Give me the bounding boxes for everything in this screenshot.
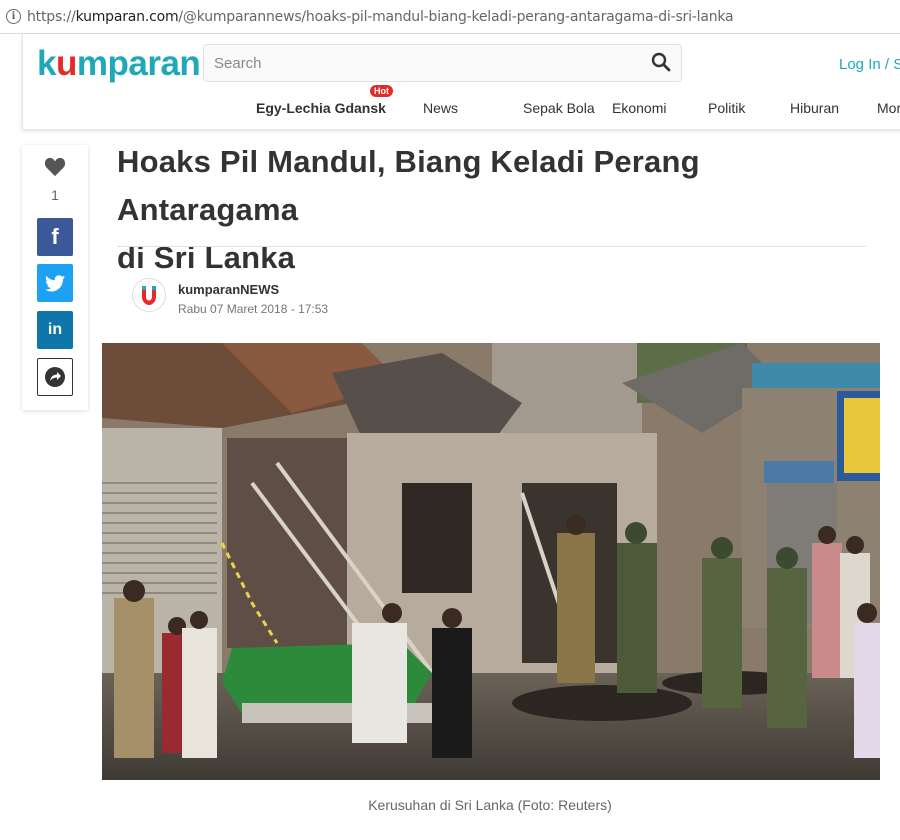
- author-name[interactable]: kumparanNEWS: [178, 282, 279, 297]
- publish-date: Rabu 07 Maret 2018 - 17:53: [178, 302, 329, 316]
- kumparan-news-logo-icon: [142, 286, 156, 305]
- kumparan-logo[interactable]: kumparan: [37, 44, 201, 84]
- more-share-button[interactable]: [37, 358, 73, 396]
- nav-item-ekonomi[interactable]: Ekonomi: [612, 100, 666, 116]
- heart-icon[interactable]: [44, 157, 66, 177]
- nav-item-news[interactable]: News: [423, 100, 458, 116]
- facebook-icon: f: [51, 224, 59, 249]
- search-icon[interactable]: [651, 52, 671, 72]
- login-link[interactable]: Log In / S: [839, 56, 900, 73]
- info-icon[interactable]: i: [6, 9, 21, 24]
- twitter-icon: [45, 274, 65, 291]
- nav-item-hiburan[interactable]: Hiburan: [790, 100, 839, 116]
- title-divider: [117, 246, 866, 247]
- nav-item-politik[interactable]: Politik: [708, 100, 745, 116]
- share-icon: [45, 367, 65, 387]
- article-title-line-1: Hoaks Pil Mandul, Biang Keladi Perang An…: [117, 144, 700, 227]
- nav-item-egy-lechia-gdansk[interactable]: Egy-Lechia Gdansk Hot: [256, 85, 393, 116]
- like-button[interactable]: [22, 157, 88, 182]
- linkedin-share-button[interactable]: in: [37, 311, 73, 349]
- url-text[interactable]: https://kumparan.com/@kumparannews/hoaks…: [27, 9, 734, 25]
- like-count: 1: [51, 187, 59, 203]
- author-avatar[interactable]: [132, 278, 166, 312]
- search-input[interactable]: [212, 51, 636, 75]
- photo-caption: Kerusuhan di Sri Lanka (Foto: Reuters): [368, 797, 612, 813]
- article-title: Hoaks Pil Mandul, Biang Keladi Perang An…: [117, 138, 877, 282]
- nav-item-more[interactable]: Mor: [877, 100, 900, 116]
- search-box[interactable]: [203, 44, 682, 82]
- nav-item-sepak-bola[interactable]: Sepak Bola: [523, 100, 595, 116]
- hot-badge: Hot: [370, 85, 393, 97]
- linkedin-icon: in: [47, 321, 63, 338]
- riot-scene-image: [102, 343, 880, 780]
- site-header: kumparan Log In / S Egy-Lechia Gdansk Ho…: [22, 34, 900, 129]
- facebook-share-button[interactable]: f: [37, 218, 73, 256]
- browser-url-bar[interactable]: i https://kumparan.com/@kumparannews/hoa…: [0, 0, 900, 34]
- article-title-line-2: di Sri Lanka: [117, 240, 296, 275]
- twitter-share-button[interactable]: [37, 264, 73, 302]
- share-sidebar: 1 f in: [22, 145, 88, 410]
- article-photo: [102, 343, 880, 780]
